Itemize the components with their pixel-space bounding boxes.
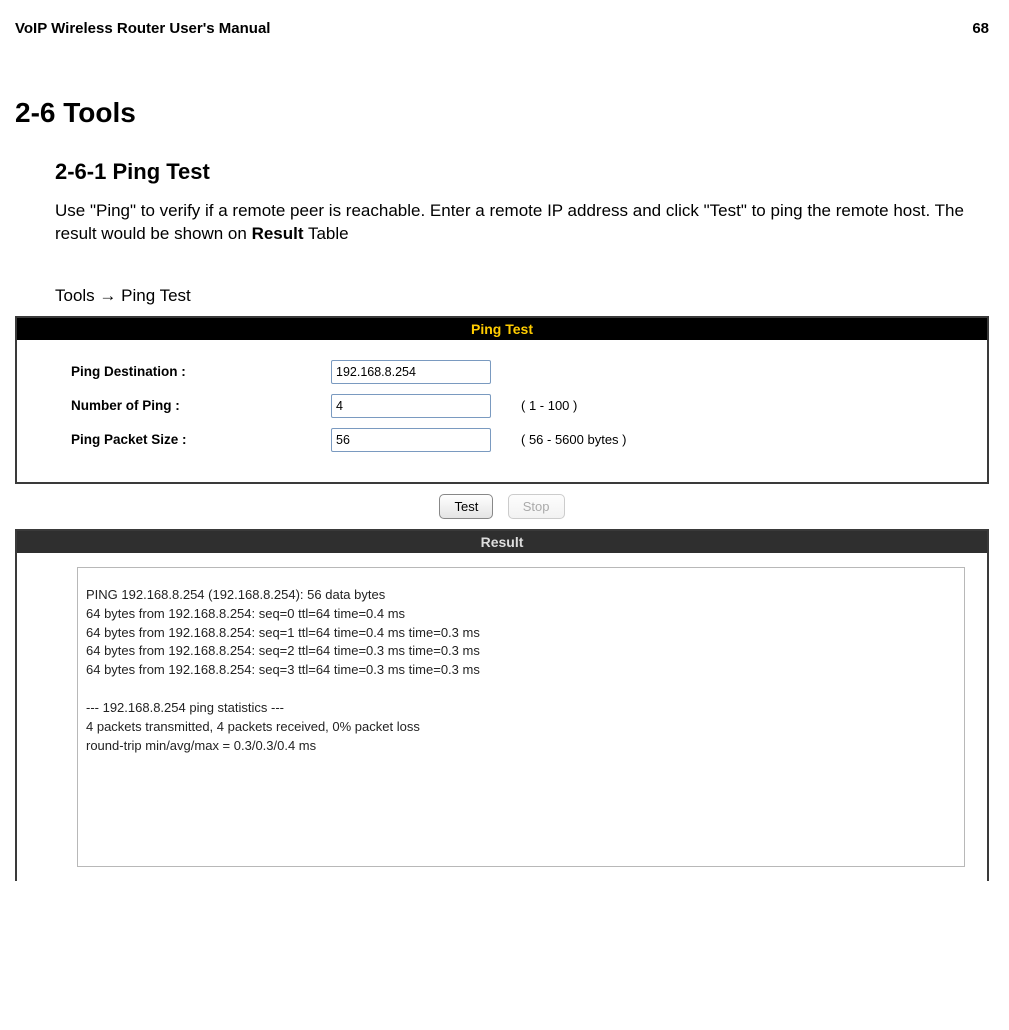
breadcrumb: Tools → Ping Test [55, 286, 989, 306]
ping-test-panel: Ping Test Ping Destination : Number of P… [15, 316, 989, 484]
label-ping-destination: Ping Destination : [71, 364, 331, 379]
input-ping-destination[interactable] [331, 360, 491, 384]
button-row: Test Stop [15, 494, 989, 519]
label-number-of-ping: Number of Ping : [71, 398, 331, 413]
row-ping-packet-size: Ping Packet Size : ( 56 - 5600 bytes ) [71, 428, 969, 452]
input-ping-packet-size[interactable] [331, 428, 491, 452]
hint-ping-packet-size: ( 56 - 5600 bytes ) [521, 432, 627, 447]
result-panel-title: Result [17, 531, 987, 553]
desc-part1: Use "Ping" to verify if a remote peer is… [55, 201, 964, 243]
input-number-of-ping[interactable] [331, 394, 491, 418]
label-ping-packet-size: Ping Packet Size : [71, 432, 331, 447]
desc-part2: Table [304, 224, 349, 243]
section-description: Use "Ping" to verify if a remote peer is… [55, 200, 989, 246]
hint-number-of-ping: ( 1 - 100 ) [521, 398, 577, 413]
doc-title: VoIP Wireless Router User's Manual [15, 20, 270, 37]
result-panel: Result PING 192.168.8.254 (192.168.8.254… [15, 529, 989, 881]
row-ping-destination: Ping Destination : [71, 360, 969, 384]
ping-test-panel-title: Ping Test [17, 318, 987, 340]
row-number-of-ping: Number of Ping : ( 1 - 100 ) [71, 394, 969, 418]
test-button[interactable]: Test [439, 494, 493, 519]
section-title: 2-6 Tools [15, 97, 989, 129]
section-subtitle: 2-6-1 Ping Test [55, 159, 989, 185]
page-number: 68 [972, 20, 989, 37]
desc-bold: Result [252, 224, 304, 243]
result-output[interactable]: PING 192.168.8.254 (192.168.8.254): 56 d… [77, 567, 965, 867]
stop-button[interactable]: Stop [508, 494, 565, 519]
